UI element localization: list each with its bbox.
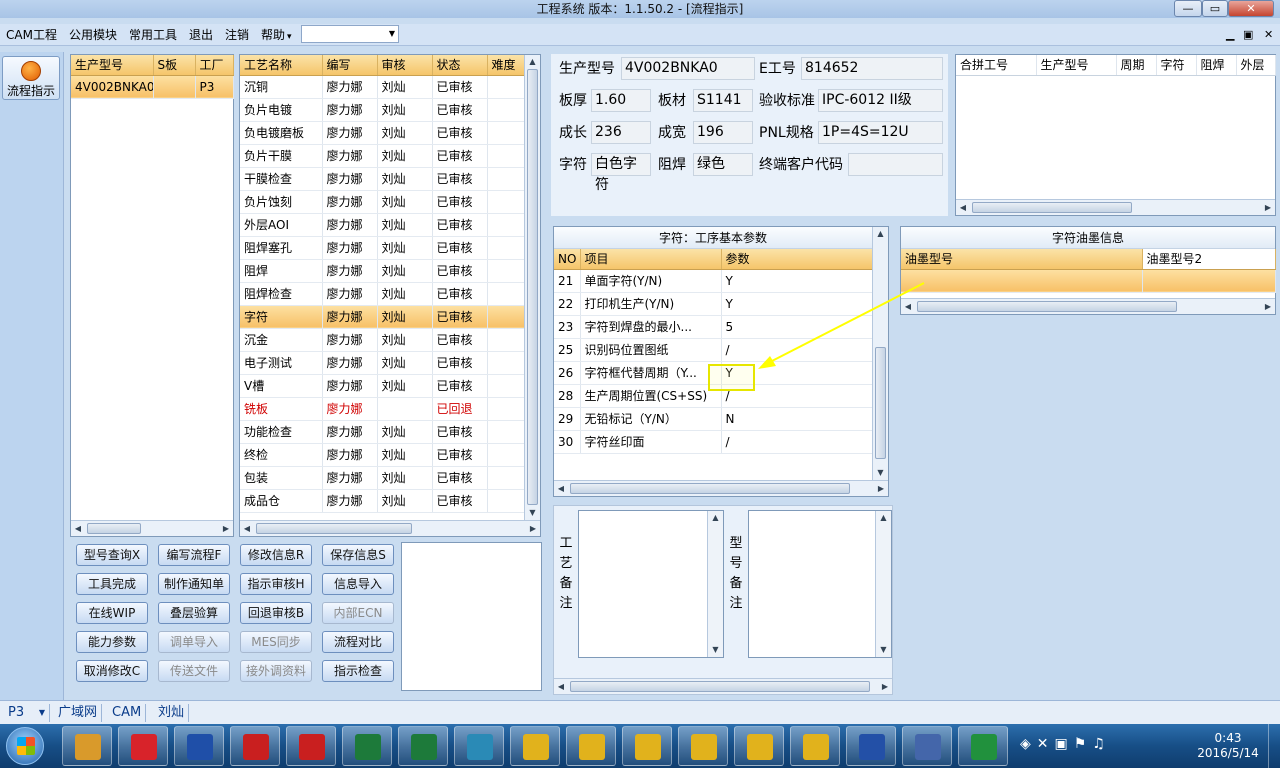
model-remark-label: 型号备注 — [728, 534, 744, 614]
tray-network-icon[interactable]: ◈ — [1020, 736, 1037, 752]
app-icon — [131, 734, 157, 760]
remark-label-char: 备 — [559, 576, 573, 591]
doc-icon — [523, 734, 549, 760]
remark-label-char: 注 — [559, 596, 573, 611]
arrow-up-icon[interactable]: ▲ — [876, 511, 891, 525]
taskbar-button[interactable] — [230, 726, 280, 766]
chevron-down-icon: ▼ — [38, 708, 45, 717]
arrow-left-icon[interactable]: ◀ — [554, 679, 568, 694]
excel-icon — [411, 734, 437, 760]
doc-icon — [691, 734, 717, 760]
arrow-right-icon[interactable]: ▶ — [878, 679, 892, 694]
process-remark-label: 工艺备注 — [558, 534, 574, 614]
remark-vscroll[interactable]: ▲ ▼ — [875, 511, 891, 657]
user-status: 刘灿 — [154, 704, 190, 722]
taskbar-button[interactable] — [622, 726, 672, 766]
taskbar-button[interactable] — [958, 726, 1008, 766]
status-bar: P3 ▼ 广域网 CAM 刘灿 — [0, 700, 1280, 724]
explorer-icon — [75, 734, 101, 760]
taskbar-button[interactable] — [454, 726, 504, 766]
scroll-thumb[interactable] — [570, 681, 870, 692]
remark-label-char: 备 — [729, 576, 743, 591]
word-icon — [859, 734, 885, 760]
factory-value: P3 — [8, 705, 25, 720]
taskbar-button[interactable] — [118, 726, 168, 766]
doc-icon — [747, 734, 773, 760]
remark-vscroll[interactable]: ▲ ▼ — [707, 511, 723, 657]
tray-clock[interactable]: 0:43 2016/5/14 — [1196, 731, 1260, 761]
taskbar-button[interactable] — [846, 726, 896, 766]
doc-icon — [803, 734, 829, 760]
tray-flag-icon[interactable]: ⚑ — [1074, 736, 1093, 752]
clock-date: 2016/5/14 — [1197, 746, 1259, 760]
media-icon — [467, 734, 493, 760]
remarks-panel: 工艺备注 ▲ ▼ 型号备注 ▲ ▼ ◀ ▶ — [553, 505, 893, 695]
taskbar-button[interactable] — [734, 726, 784, 766]
tray-volume-icon[interactable]: ♫ — [1092, 736, 1111, 752]
dept-status: CAM — [108, 704, 147, 722]
remark-label-char: 艺 — [559, 556, 573, 571]
taskbar-button[interactable] — [790, 726, 840, 766]
model-remark-input[interactable]: ▲ ▼ — [748, 510, 892, 658]
network-status: 广域网 — [54, 704, 103, 722]
remark-label-char: 号 — [729, 556, 743, 571]
taskbar-button[interactable] — [286, 726, 336, 766]
viewer-icon — [915, 734, 941, 760]
remarks-hscroll[interactable]: ◀ ▶ — [554, 678, 892, 694]
doc-icon — [579, 734, 605, 760]
process-remark-input[interactable]: ▲ ▼ — [578, 510, 724, 658]
taskbar-button[interactable] — [174, 726, 224, 766]
show-desktop-button[interactable] — [1268, 724, 1280, 768]
remark-label-char: 型 — [729, 536, 743, 551]
tray-x-icon[interactable]: ✕ — [1037, 736, 1055, 752]
taskbar-button[interactable] — [678, 726, 728, 766]
doc-icon — [635, 734, 661, 760]
factory-select[interactable]: P3 ▼ — [4, 704, 50, 722]
cam-app-icon — [971, 734, 997, 760]
tray-monitor-icon[interactable]: ▣ — [1055, 736, 1074, 752]
arrow-down-icon[interactable]: ▼ — [708, 643, 723, 657]
arrow-down-icon[interactable]: ▼ — [876, 643, 891, 657]
taskbar-button[interactable] — [902, 726, 952, 766]
taskbar-button[interactable] — [342, 726, 392, 766]
pdf-icon — [243, 734, 269, 760]
excel-icon — [355, 734, 381, 760]
taskbar-button[interactable] — [566, 726, 616, 766]
pdf-icon — [299, 734, 325, 760]
taskbar-button[interactable] — [510, 726, 560, 766]
taskbar-button[interactable] — [62, 726, 112, 766]
tray-icons[interactable]: ◈✕▣⚑♫ — [1020, 736, 1111, 752]
save-icon — [187, 734, 213, 760]
remark-label-char: 注 — [729, 596, 743, 611]
clock-time: 0:43 — [1214, 731, 1242, 745]
start-button[interactable] — [6, 727, 44, 765]
arrow-up-icon[interactable]: ▲ — [708, 511, 723, 525]
remark-label-char: 工 — [559, 536, 573, 551]
taskbar: ◈✕▣⚑♫ 0:43 2016/5/14 — [0, 724, 1280, 768]
taskbar-button[interactable] — [398, 726, 448, 766]
windows-logo-icon — [17, 737, 35, 755]
